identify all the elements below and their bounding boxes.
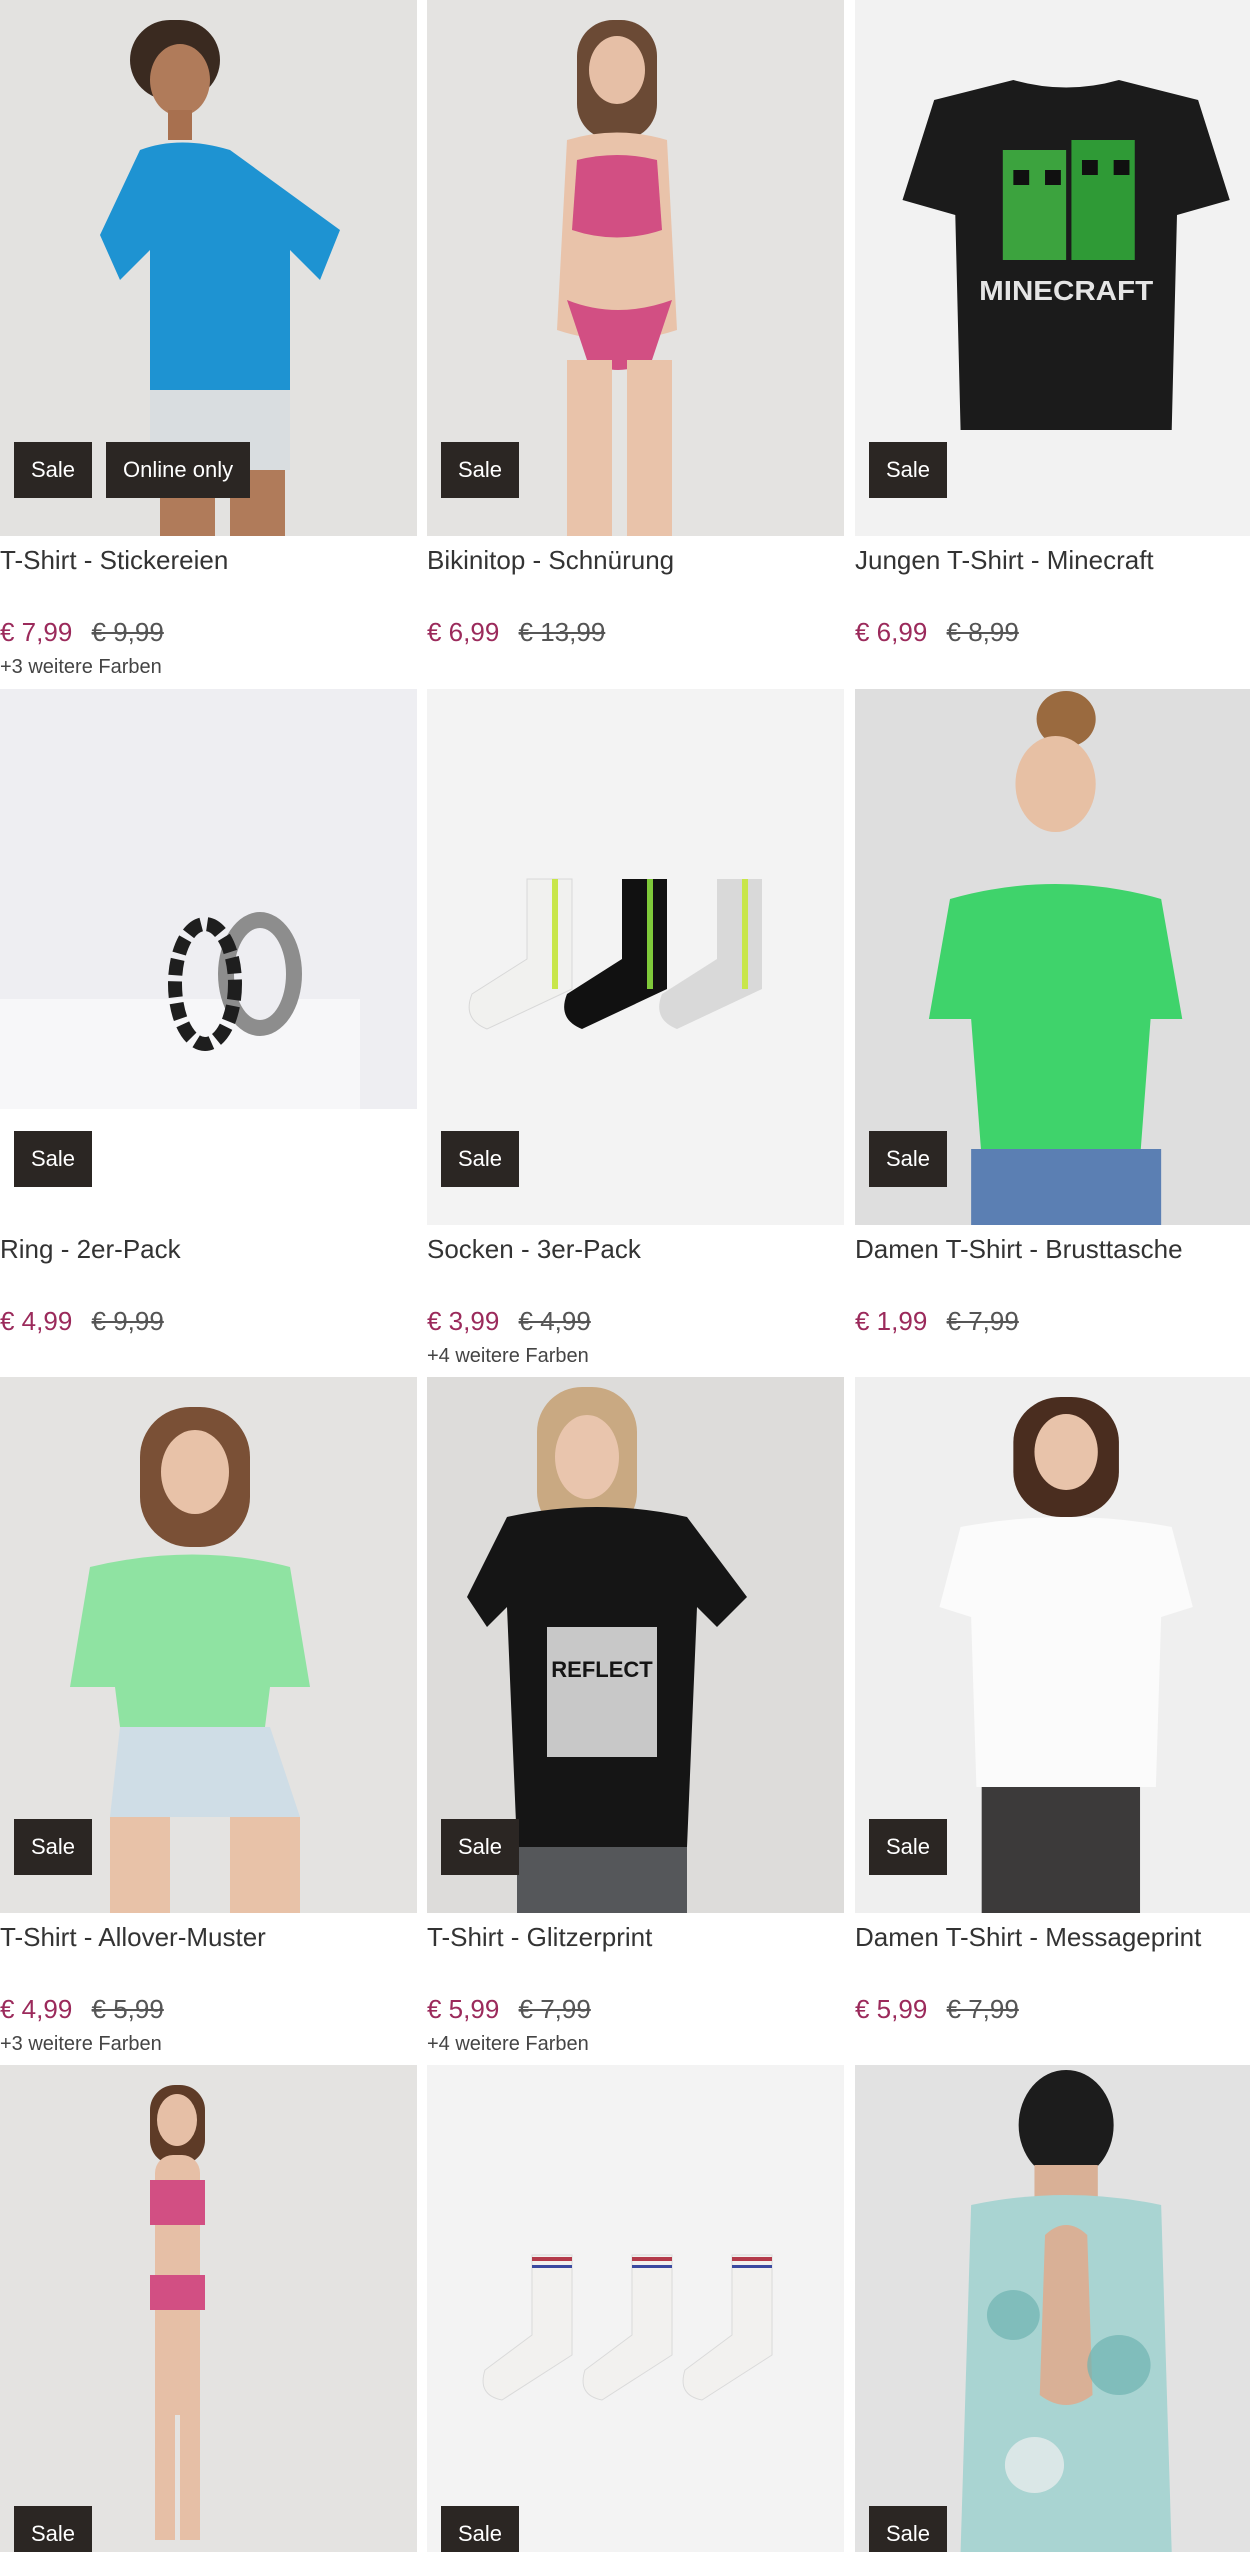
badge-group: Sale (869, 2506, 948, 2552)
sale-badge: Sale (441, 2506, 520, 2552)
price-row: € 6,99 € 13,99 (427, 617, 605, 648)
product-card[interactable]: REFLECT Sale T-Shirt - Glitzerprint € 5,… (427, 1377, 844, 2055)
current-price: € 5,99 (855, 1994, 928, 2024)
product-title[interactable]: T-Shirt - Stickereien (0, 545, 228, 576)
current-price: € 6,99 (427, 617, 500, 647)
sale-badge: Sale (14, 1819, 93, 1875)
price-row: € 7,99 € 9,99 (0, 617, 164, 648)
price-row: € 5,99 € 7,99 (427, 1994, 591, 2025)
old-price: € 7,99 (946, 1306, 1019, 1336)
product-image[interactable]: Sale (427, 0, 844, 536)
badge-group: Sale (441, 1131, 520, 1187)
product-title[interactable]: Damen T-Shirt - Brusttasche (855, 1234, 1183, 1265)
product-card[interactable]: Sale Online only T-Shirt - Stickereien €… (0, 0, 417, 678)
product-title[interactable]: Damen T-Shirt - Messageprint (855, 1922, 1201, 1953)
product-photo-tank-top (855, 2065, 1250, 2552)
more-colors-link[interactable]: +4 weitere Farben (427, 2033, 589, 2056)
product-card[interactable]: Sale (427, 2065, 844, 2552)
badge-group: Sale (14, 2506, 93, 2552)
product-photo-white-socks (427, 2065, 844, 2552)
badge-group: Sale (441, 442, 520, 498)
product-image[interactable]: Sale (0, 2065, 417, 2552)
sale-badge: Sale (14, 1131, 93, 1187)
product-image[interactable]: Sale (427, 689, 844, 1225)
current-price: € 4,99 (0, 1994, 73, 2024)
product-title[interactable]: Jungen T-Shirt - Minecraft (855, 545, 1154, 576)
price-row: € 4,99 € 5,99 (0, 1994, 164, 2025)
price-row: € 3,99 € 4,99 (427, 1306, 591, 1337)
product-image[interactable]: Sale (855, 689, 1250, 1225)
product-card[interactable]: Sale Ring - 2er-Pack € 4,99 € 9,99 (0, 689, 417, 1336)
product-image[interactable]: MINECRAFT Sale (855, 0, 1250, 536)
product-card[interactable]: Sale Bikinitop - Schnürung € 6,99 € 13,9… (427, 0, 844, 647)
old-price: € 7,99 (946, 1994, 1019, 2024)
sale-badge: Sale (441, 442, 520, 498)
product-image[interactable]: Sale (0, 689, 417, 1225)
sale-badge: Sale (14, 2506, 93, 2552)
sale-badge: Sale (869, 1131, 948, 1187)
current-price: € 6,99 (855, 617, 928, 647)
old-price: € 8,99 (946, 617, 1019, 647)
badge-group: Sale (869, 442, 948, 498)
product-title[interactable]: Ring - 2er-Pack (0, 1234, 181, 1265)
price-row: € 1,99 € 7,99 (855, 1306, 1019, 1337)
product-title[interactable]: Socken - 3er-Pack (427, 1234, 641, 1265)
more-colors-link[interactable]: +4 weitere Farben (427, 1345, 589, 1368)
online-only-badge: Online only (106, 442, 251, 498)
product-image[interactable]: Sale Online only (0, 0, 417, 536)
product-image[interactable]: REFLECT Sale (427, 1377, 844, 1913)
sale-badge: Sale (869, 442, 948, 498)
badge-group: Sale (14, 1131, 93, 1187)
badge-group: Sale Online only (14, 442, 251, 498)
sale-badge: Sale (869, 1819, 948, 1875)
product-image[interactable]: Sale (427, 2065, 844, 2552)
badge-group: Sale (869, 1131, 948, 1187)
badge-group: Sale (441, 2506, 520, 2552)
product-card[interactable]: Sale T-Shirt - Allover-Muster € 4,99 € 5… (0, 1377, 417, 2055)
product-title[interactable]: T-Shirt - Allover-Muster (0, 1922, 266, 1953)
product-card[interactable]: Sale Damen T-Shirt - Brusttasche € 1,99 … (855, 689, 1250, 1336)
product-title[interactable]: Bikinitop - Schnürung (427, 545, 674, 576)
more-colors-link[interactable]: +3 weitere Farben (0, 2033, 162, 2056)
product-card[interactable]: Sale (0, 2065, 417, 2552)
sale-badge: Sale (14, 442, 93, 498)
current-price: € 4,99 (0, 1306, 73, 1336)
product-photo-bikini-set (0, 2065, 417, 2552)
product-title[interactable]: T-Shirt - Glitzerprint (427, 1922, 652, 1953)
price-row: € 6,99 € 8,99 (855, 617, 1019, 648)
sale-badge: Sale (441, 1819, 520, 1875)
product-image[interactable]: Sale (855, 2065, 1250, 2552)
badge-group: Sale (441, 1819, 520, 1875)
old-price: € 9,99 (91, 617, 164, 647)
price-row: € 5,99 € 7,99 (855, 1994, 1019, 2025)
old-price: € 5,99 (91, 1994, 164, 2024)
current-price: € 5,99 (427, 1994, 500, 2024)
price-row: € 4,99 € 9,99 (0, 1306, 164, 1337)
product-card[interactable]: Sale (855, 2065, 1250, 2552)
badge-group: Sale (14, 1819, 93, 1875)
current-price: € 7,99 (0, 617, 73, 647)
old-price: € 7,99 (518, 1994, 591, 2024)
badge-group: Sale (869, 1819, 948, 1875)
product-card[interactable]: Sale Damen T-Shirt - Messageprint € 5,99… (855, 1377, 1250, 2024)
sale-badge: Sale (869, 2506, 948, 2552)
glitter-print-text: REFLECT (551, 1657, 653, 1682)
product-image[interactable]: Sale (0, 1377, 417, 1913)
old-price: € 9,99 (91, 1306, 164, 1336)
current-price: € 1,99 (855, 1306, 928, 1336)
product-card[interactable]: MINECRAFT Sale Jungen T-Shirt - Minecraf… (855, 0, 1250, 647)
more-colors-link[interactable]: +3 weitere Farben (0, 656, 162, 679)
sale-badge: Sale (441, 1131, 520, 1187)
old-price: € 4,99 (518, 1306, 591, 1336)
product-card[interactable]: Sale Socken - 3er-Pack € 3,99 € 4,99 +4 … (427, 689, 844, 1367)
product-image[interactable]: Sale (855, 1377, 1250, 1913)
minecraft-print-text: MINECRAFT (979, 276, 1153, 307)
current-price: € 3,99 (427, 1306, 500, 1336)
old-price: € 13,99 (518, 617, 606, 647)
